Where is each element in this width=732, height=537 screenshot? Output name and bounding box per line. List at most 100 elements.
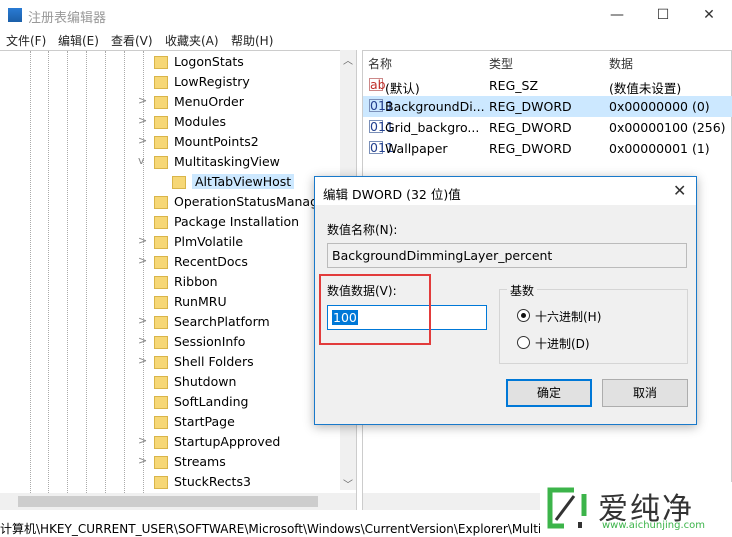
- value-data: 0x00000001 (1): [609, 141, 710, 156]
- registry-tree[interactable]: LogonStats LowRegistry > MenuOrder > Modules >…: [0, 50, 357, 510]
- folder-icon: [154, 296, 168, 309]
- tree-item[interactable]: > SearchPlatform: [0, 312, 340, 332]
- tree-item[interactable]: > Streams: [0, 452, 340, 472]
- value-type: REG_DWORD: [489, 141, 572, 156]
- tree-item-label: OperationStatusManager: [174, 194, 331, 209]
- column-header-type[interactable]: 类型: [489, 55, 513, 72]
- decimal-radio[interactable]: [517, 336, 530, 349]
- chevron-right-icon[interactable]: >: [138, 454, 147, 467]
- tree-item-label: RunMRU: [174, 294, 227, 309]
- minimize-button[interactable]: —: [594, 0, 640, 30]
- chevron-right-icon[interactable]: >: [138, 434, 147, 447]
- value-type: REG_DWORD: [489, 99, 572, 114]
- value-row[interactable]: 011 BackgroundDi... REG_DWORD 0x00000000 (0…: [363, 96, 732, 117]
- hex-radio[interactable]: [517, 309, 530, 322]
- folder-icon: [154, 136, 168, 149]
- menu-view[interactable]: 查看(V): [111, 32, 153, 49]
- tree-item[interactable]: Package Installation: [0, 212, 340, 232]
- folder-icon: [154, 256, 168, 269]
- folder-icon: [154, 416, 168, 429]
- close-button[interactable]: ✕: [686, 0, 732, 30]
- tree-item-label: SoftLanding: [174, 394, 249, 409]
- hex-label[interactable]: 十六进制(H): [535, 308, 601, 325]
- folder-icon: [154, 236, 168, 249]
- tree-item-label: MultitaskingView: [174, 154, 280, 169]
- tree-item[interactable]: StartPage: [0, 412, 340, 432]
- menu-help[interactable]: 帮助(H): [231, 32, 273, 49]
- chevron-down-icon[interactable]: v: [138, 154, 145, 167]
- value-row[interactable]: ab (默认) REG_SZ (数值未设置): [363, 75, 732, 96]
- menu-file[interactable]: 文件(F): [6, 32, 46, 49]
- tree-item[interactable]: > Shell Folders: [0, 352, 340, 372]
- tree-item[interactable]: > SessionInfo: [0, 332, 340, 352]
- tree-item-label: MenuOrder: [174, 94, 244, 109]
- value-name: (默认): [385, 81, 420, 96]
- decimal-label[interactable]: 十进制(D): [535, 335, 590, 352]
- tree-item[interactable]: > MenuOrder: [0, 92, 340, 112]
- dialog-close-button[interactable]: ✕: [673, 181, 686, 200]
- folder-icon: [154, 356, 168, 369]
- folder-icon: [154, 156, 168, 169]
- tree-item-label: SearchPlatform: [174, 314, 270, 329]
- tree-item[interactable]: v MultitaskingView: [0, 152, 340, 172]
- folder-icon: [154, 216, 168, 229]
- tree-item-label: StuckRects3: [174, 474, 251, 489]
- menu-favorites[interactable]: 收藏夹(A): [165, 32, 219, 49]
- tree-item[interactable]: RunMRU: [0, 292, 340, 312]
- tree-item-label: AltTabViewHost: [192, 174, 295, 189]
- binary-value-icon: 011: [369, 140, 394, 155]
- chevron-right-icon[interactable]: >: [138, 134, 147, 147]
- tree-item-label: PlmVolatile: [174, 234, 244, 249]
- tree-scroll-thumb[interactable]: [18, 496, 318, 507]
- tree-item[interactable]: LogonStats: [0, 52, 340, 72]
- tree-item[interactable]: LowRegistry: [0, 72, 340, 92]
- tree-item[interactable]: Shutdown: [0, 372, 340, 392]
- menu-edit[interactable]: 编辑(E): [58, 32, 99, 49]
- scroll-up-icon[interactable]: ︿: [343, 52, 353, 67]
- folder-icon: [154, 96, 168, 109]
- chevron-right-icon[interactable]: >: [138, 354, 147, 367]
- value-row[interactable]: 011 Grid_backgro... REG_DWORD 0x00000100 (2…: [363, 117, 732, 138]
- chevron-right-icon[interactable]: >: [138, 334, 147, 347]
- chevron-right-icon[interactable]: >: [138, 114, 147, 127]
- maximize-button[interactable]: ☐: [640, 0, 686, 30]
- value-data: 0x00000000 (0): [609, 99, 710, 114]
- base-group: [499, 289, 688, 364]
- tree-item[interactable]: > StartupApproved: [0, 432, 340, 452]
- value-name-label: 数值名称(N):: [327, 223, 398, 237]
- ok-button[interactable]: 确定: [506, 379, 592, 407]
- watermark-url: www.aichunjing.com: [602, 520, 705, 531]
- dialog-title-bar: 编辑 DWORD (32 位)值 ✕: [315, 177, 696, 205]
- tree-item[interactable]: AltTabViewHost: [0, 172, 340, 192]
- folder-icon: [154, 276, 168, 289]
- tree-item-label: RecentDocs: [174, 254, 248, 269]
- folder-icon: [154, 396, 168, 409]
- tree-item[interactable]: > Modules: [0, 112, 340, 132]
- tree-item-label: Shell Folders: [174, 354, 254, 369]
- tree-item[interactable]: > RecentDocs: [0, 252, 340, 272]
- value-type: REG_SZ: [489, 78, 539, 93]
- tree-item[interactable]: > MountPoints2: [0, 132, 340, 152]
- tree-item[interactable]: Ribbon: [0, 272, 340, 292]
- title-bar: 注册表编辑器 — ☐ ✕: [0, 0, 732, 30]
- column-header-data[interactable]: 数据: [609, 55, 633, 72]
- folder-icon: [154, 316, 168, 329]
- value-name-field[interactable]: BackgroundDimmingLayer_percent: [327, 243, 687, 268]
- tree-item[interactable]: > PlmVolatile: [0, 232, 340, 252]
- tree-item[interactable]: SoftLanding: [0, 392, 340, 412]
- chevron-right-icon[interactable]: >: [138, 314, 147, 327]
- column-header-name[interactable]: 名称: [368, 55, 392, 72]
- value-row[interactable]: 011 Wallpaper REG_DWORD 0x00000001 (1): [363, 138, 732, 159]
- chevron-right-icon[interactable]: >: [138, 234, 147, 247]
- menu-bar: 文件(F) 编辑(E) 查看(V) 收藏夹(A) 帮助(H): [0, 30, 732, 50]
- folder-icon: [154, 116, 168, 129]
- folder-icon: [172, 176, 186, 189]
- scroll-down-icon[interactable]: ﹀: [343, 476, 353, 491]
- cancel-button[interactable]: 取消: [602, 379, 688, 407]
- tree-item[interactable]: OperationStatusManager: [0, 192, 340, 212]
- tree-item[interactable]: StuckRects3: [0, 472, 340, 492]
- tree-item-label: StartupApproved: [174, 434, 281, 449]
- value-data: 0x00000100 (256): [609, 120, 726, 135]
- chevron-right-icon[interactable]: >: [138, 94, 147, 107]
- chevron-right-icon[interactable]: >: [138, 254, 147, 267]
